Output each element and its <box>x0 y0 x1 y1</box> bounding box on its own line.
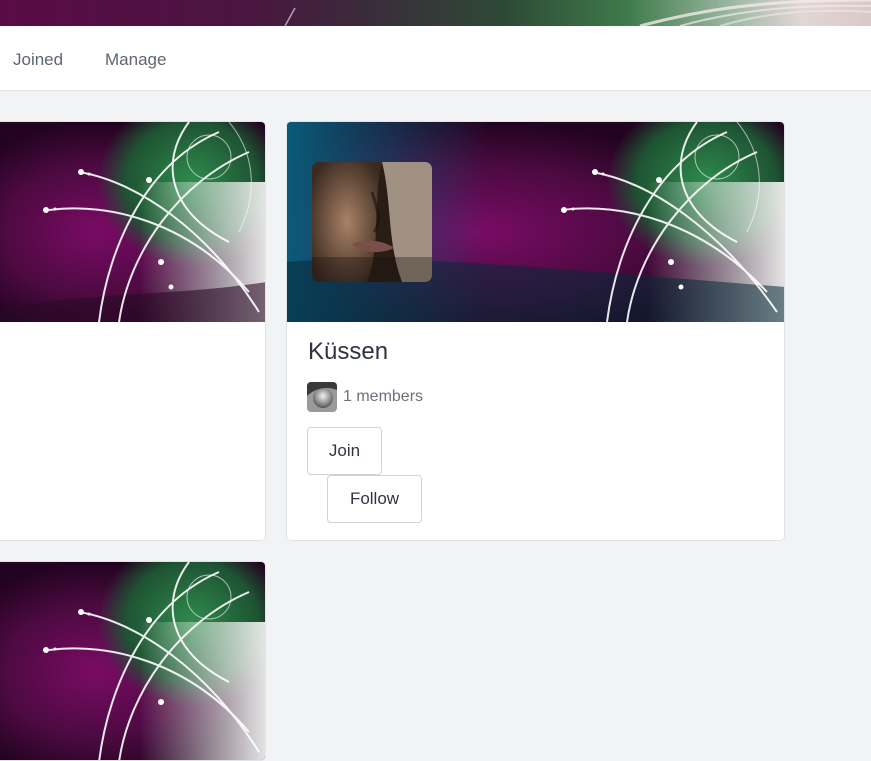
header-cover-banner <box>0 0 871 26</box>
group-card <box>0 121 266 541</box>
floral-swirl-cover-image <box>0 122 265 322</box>
group-cover-image[interactable] <box>0 122 265 322</box>
tab-manage[interactable]: Manage <box>105 50 166 70</box>
member-avatar[interactable] <box>307 382 337 412</box>
floral-swirl-cover-image <box>0 562 265 760</box>
tab-joined[interactable]: Joined <box>13 50 63 70</box>
follow-button[interactable]: Follow <box>327 475 422 523</box>
group-card <box>0 561 266 761</box>
group-avatar[interactable] <box>312 162 432 282</box>
kiss-photo-avatar <box>312 162 432 282</box>
member-photo-avatar <box>307 382 337 412</box>
group-cover-image[interactable] <box>0 562 265 760</box>
join-button[interactable]: Join <box>307 427 382 475</box>
group-card: Küssen 1 members Join Follow <box>286 121 785 541</box>
members-count: 1 members <box>343 388 424 405</box>
group-title[interactable]: Küssen <box>308 338 388 366</box>
group-tabs-bar: Joined Manage <box>0 26 871 91</box>
members-row: 1 members <box>307 382 423 412</box>
